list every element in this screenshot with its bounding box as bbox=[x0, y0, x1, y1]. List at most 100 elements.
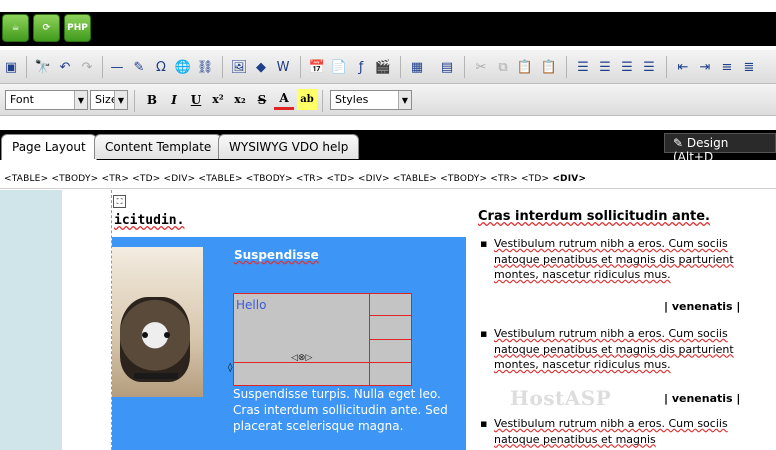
font-select[interactable]: Font ▼ bbox=[5, 90, 88, 110]
list-item-text: Vestibulum rutrum nibh a eros. Cum socii… bbox=[494, 237, 734, 281]
dog-image[interactable] bbox=[112, 247, 203, 397]
ordered-list-icon[interactable]: ≡ bbox=[716, 56, 738, 78]
cut-icon[interactable]: ✂ bbox=[470, 56, 492, 78]
box-title[interactable]: Suspendisse bbox=[234, 248, 319, 262]
box-paragraph[interactable]: Suspendisse turpis. Nulla eget leo. Cras… bbox=[233, 386, 458, 434]
separator bbox=[666, 56, 667, 78]
media-icon[interactable]: 🎬 bbox=[372, 56, 394, 78]
copy-icon[interactable]: ⧉ bbox=[492, 56, 514, 78]
globe-icon[interactable]: 🌐 bbox=[172, 56, 194, 78]
tag-path-active[interactable]: <DIV> bbox=[552, 174, 586, 184]
separator bbox=[300, 56, 301, 78]
tab-wysiwyg-help[interactable]: WYSIWYG VDO help bbox=[218, 134, 360, 159]
bullet-icon: ▪ bbox=[480, 237, 488, 250]
paste-icon[interactable]: 📋 bbox=[514, 56, 536, 78]
separator bbox=[134, 90, 135, 112]
size-select[interactable]: Size ▼ bbox=[90, 90, 128, 110]
toolbar-row-2: Font ▼ Size ▼ B I U x² x₂ S A ab Styles … bbox=[0, 84, 776, 116]
left-panel bbox=[0, 190, 62, 450]
document-icon[interactable]: 📄 bbox=[328, 56, 350, 78]
pen-icon[interactable]: ✎ bbox=[128, 56, 150, 78]
align-left-icon[interactable]: ☰ bbox=[572, 56, 594, 78]
separator bbox=[464, 56, 465, 78]
venenatis-label: | venenatis | bbox=[664, 392, 741, 405]
image-icon[interactable]: 🖼 bbox=[228, 56, 250, 78]
separator bbox=[222, 56, 223, 78]
resize-handle-icon[interactable]: ◁⊗▷ bbox=[291, 353, 312, 363]
page-heading[interactable]: icitudin. bbox=[114, 213, 184, 228]
save-icon[interactable]: ▣ bbox=[0, 56, 22, 78]
styles-select-label: Styles bbox=[335, 93, 369, 106]
list-item[interactable]: ▪ Vestibulum rutrum nibh a eros. Cum soc… bbox=[480, 416, 776, 447]
paste-text-icon[interactable]: 📋 bbox=[538, 56, 560, 78]
table-cell-border bbox=[369, 315, 412, 316]
list-item[interactable]: ▪ Vestibulum rutrum nibh a eros. Cum soc… bbox=[480, 236, 776, 283]
align-center-icon[interactable]: ☰ bbox=[594, 56, 616, 78]
tag-path-bar: <TABLE> <TBODY> <TR> <TD> <DIV> <TABLE> … bbox=[0, 171, 776, 189]
omega-icon[interactable]: Ω bbox=[150, 56, 172, 78]
justify-icon[interactable]: ☰ bbox=[638, 56, 660, 78]
separator bbox=[102, 56, 103, 78]
bullet-icon: ▪ bbox=[480, 327, 488, 340]
pencil-icon: ✎ bbox=[673, 136, 687, 150]
styles-select[interactable]: Styles ▼ bbox=[330, 90, 412, 110]
refresh-icon[interactable]: ⟳ bbox=[33, 14, 60, 42]
subscript-button[interactable]: x₂ bbox=[230, 89, 250, 110]
tab-content-template[interactable]: Content Template bbox=[94, 134, 223, 159]
move-handle-icon[interactable]: ⛶ bbox=[113, 195, 126, 208]
bold-button[interactable]: B bbox=[142, 89, 162, 110]
chevron-down-icon: ▼ bbox=[114, 91, 127, 109]
dog-eye bbox=[164, 332, 170, 338]
tab-bar-gap bbox=[0, 118, 776, 130]
gutter bbox=[62, 190, 111, 450]
form-icon[interactable]: ▤ bbox=[436, 56, 458, 78]
chevron-down-icon: ▼ bbox=[74, 91, 87, 109]
flash-icon[interactable]: ƒ bbox=[350, 56, 372, 78]
watermark-logo: HostASP bbox=[510, 386, 612, 410]
align-right-icon[interactable]: ☰ bbox=[616, 56, 638, 78]
side-handle-icon[interactable]: ◊ bbox=[228, 363, 232, 373]
indent-icon[interactable]: ⇥ bbox=[694, 56, 716, 78]
design-mode-button[interactable]: ✎ Design (Alt+D bbox=[664, 133, 776, 164]
separator bbox=[400, 56, 401, 78]
chevron-down-icon: ▼ bbox=[398, 91, 411, 109]
highlight-button[interactable]: ab bbox=[297, 89, 317, 110]
table-cell-text[interactable]: Hello bbox=[236, 298, 266, 312]
redo-icon[interactable]: ↷ bbox=[76, 56, 98, 78]
font-color-button[interactable]: A bbox=[274, 89, 294, 110]
underline-button[interactable]: U bbox=[186, 89, 206, 110]
dog-head bbox=[120, 297, 190, 382]
word-icon[interactable]: W bbox=[272, 56, 294, 78]
font-select-label: Font bbox=[10, 93, 34, 106]
dog-eye bbox=[142, 332, 148, 338]
table-icon[interactable]: ▦ bbox=[406, 56, 428, 78]
app-bar bbox=[0, 0, 776, 46]
italic-button[interactable]: I bbox=[164, 89, 184, 110]
strikethrough-button[interactable]: S bbox=[252, 89, 272, 110]
link-icon[interactable]: ⛓ bbox=[194, 56, 216, 78]
list-item[interactable]: ▪ Vestibulum rutrum nibh a eros. Cum soc… bbox=[480, 326, 776, 373]
find-icon[interactable]: 🔭 bbox=[32, 56, 54, 78]
separator bbox=[566, 56, 567, 78]
venenatis-label: | venenatis | bbox=[664, 300, 741, 313]
horizontal-rule-icon[interactable]: — bbox=[106, 56, 128, 78]
coffee-icon[interactable]: ☕ bbox=[2, 14, 29, 42]
tab-page-layout[interactable]: Page Layout bbox=[1, 134, 97, 160]
php-icon[interactable]: PHP bbox=[64, 14, 91, 42]
calendar-icon[interactable]: 📅 bbox=[306, 56, 328, 78]
dog-collar bbox=[134, 373, 178, 379]
outdent-icon[interactable]: ⇤ bbox=[672, 56, 694, 78]
bullet-icon: ▪ bbox=[480, 417, 488, 430]
unordered-list-icon[interactable]: ≣ bbox=[738, 56, 760, 78]
table-cell-border bbox=[369, 339, 412, 340]
diamond-icon[interactable]: ◆ bbox=[250, 56, 272, 78]
superscript-button[interactable]: x² bbox=[208, 89, 228, 110]
tag-path[interactable]: <TABLE> <TBODY> <TR> <TD> <DIV> <TABLE> … bbox=[4, 174, 549, 184]
list-item-text: Vestibulum rutrum nibh a eros. Cum socii… bbox=[494, 327, 734, 371]
app-bar-background bbox=[0, 12, 776, 46]
right-column-title[interactable]: Cras interdum sollicitudin ante. bbox=[478, 209, 710, 224]
undo-icon[interactable]: ↶ bbox=[54, 56, 76, 78]
list-item-text: Vestibulum rutrum nibh a eros. Cum socii… bbox=[494, 417, 728, 446]
separator bbox=[322, 90, 323, 112]
table-cell-border bbox=[234, 362, 412, 363]
